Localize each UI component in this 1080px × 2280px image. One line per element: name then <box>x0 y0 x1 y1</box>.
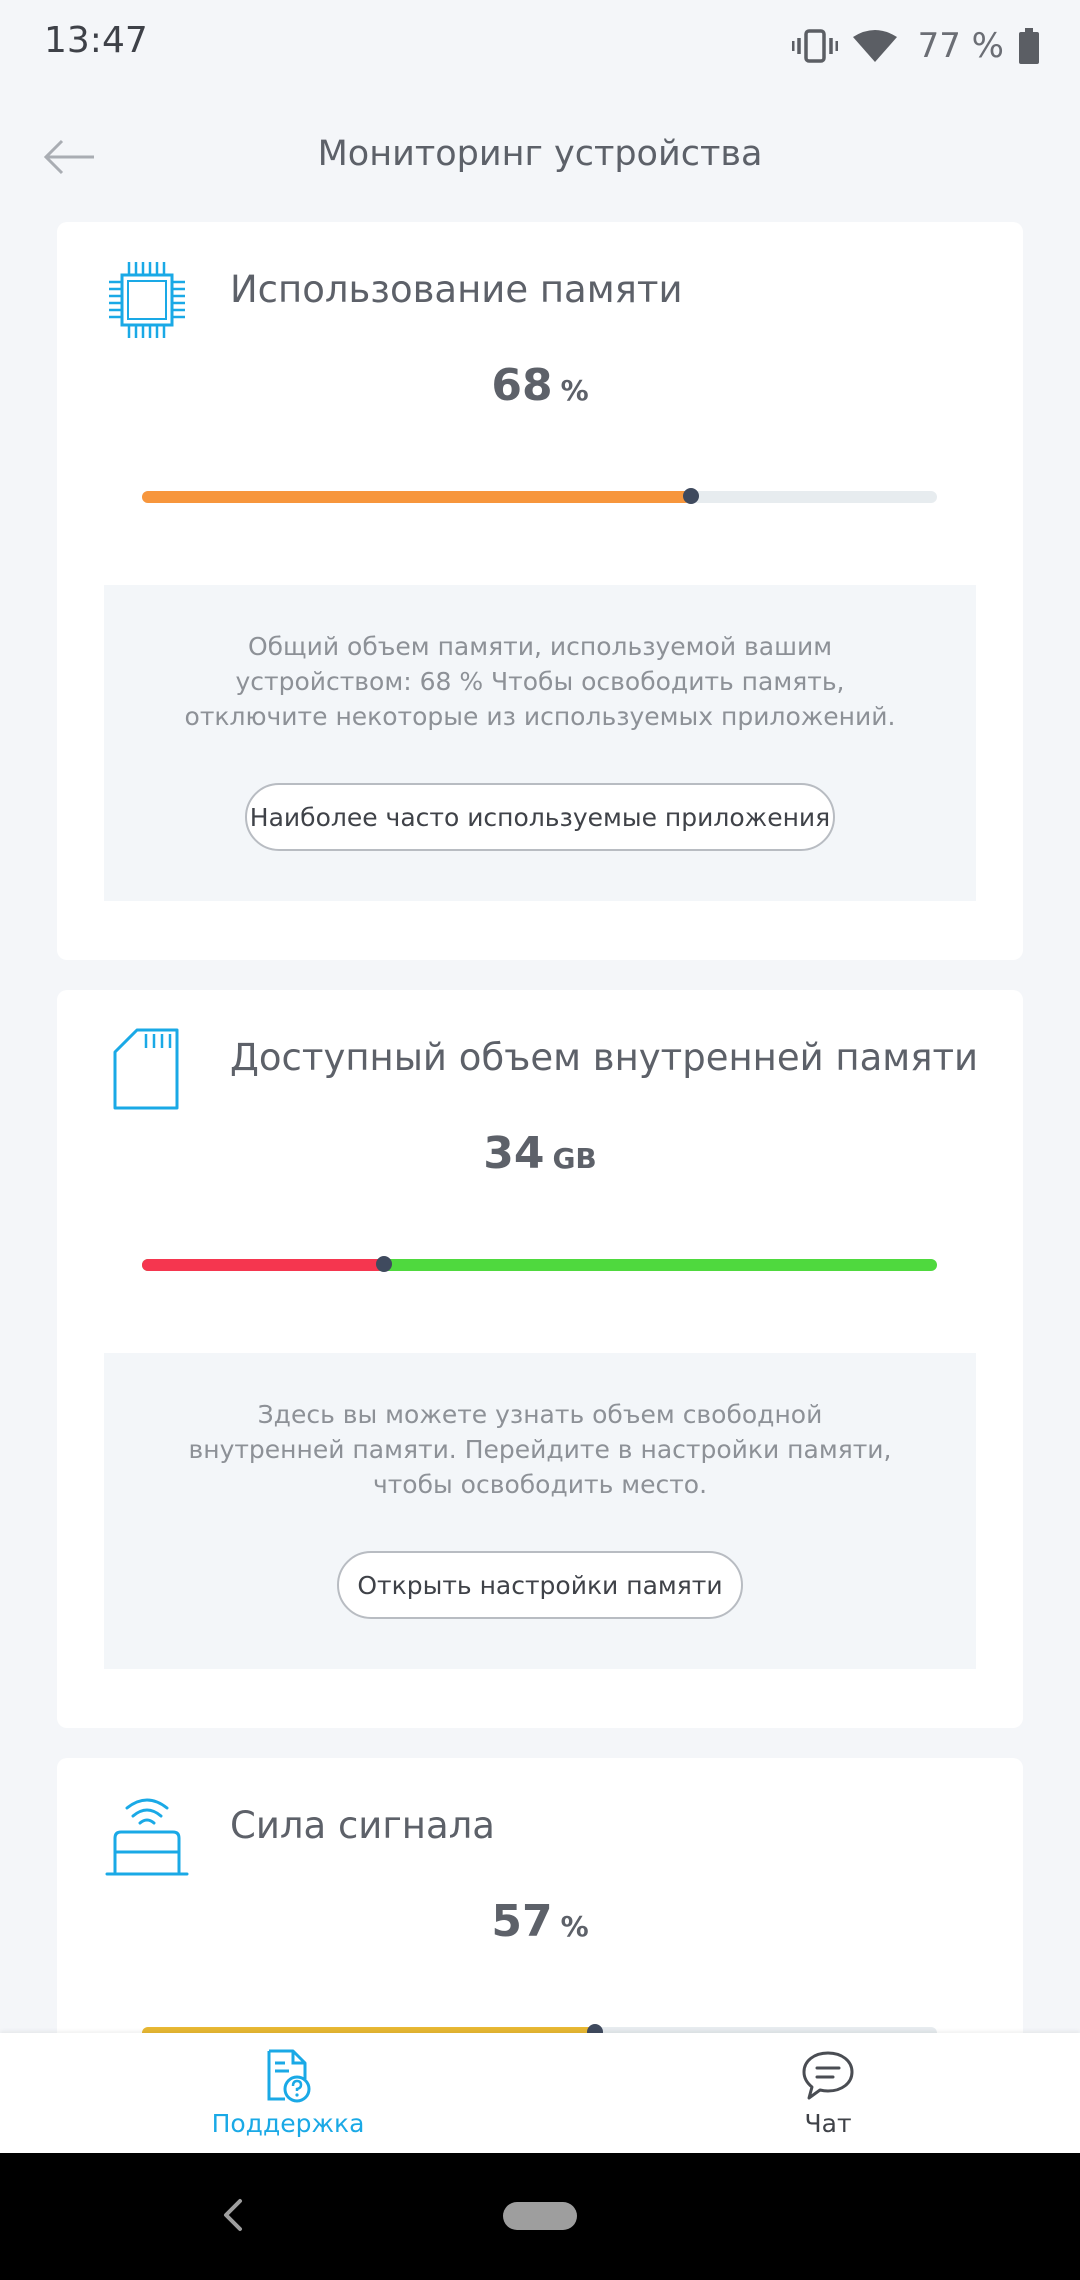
memory-info-box: Общий объем памяти, используемой вашим у… <box>104 585 976 901</box>
memory-info-text: Общий объем памяти, используемой вашим у… <box>184 632 896 731</box>
bottom-navigation: Поддержка Чат <box>0 2033 1080 2153</box>
memory-progress-knob <box>682 488 699 504</box>
battery-percent: 77 % <box>917 26 1004 66</box>
storage-value: 34 <box>483 1128 545 1179</box>
wifi-icon <box>852 29 898 63</box>
signal-unit: % <box>560 1910 589 1943</box>
vibrate-icon <box>791 29 838 63</box>
system-navigation-bar <box>0 2153 1080 2280</box>
signal-metric: 57% <box>57 1896 1023 1947</box>
page-title: Мониторинг устройства <box>317 134 763 174</box>
status-time: 13:47 <box>44 20 148 61</box>
memory-progress-bar <box>142 488 937 504</box>
memory-value: 68 <box>491 360 553 411</box>
most-used-apps-button[interactable]: Наиболее часто используемые приложения <box>245 783 835 851</box>
signal-card-title: Сила сигнала <box>230 1804 495 1847</box>
open-storage-settings-button[interactable]: Открыть настройки памяти <box>337 1551 743 1619</box>
router-signal-icon <box>105 1794 189 1878</box>
memory-metric: 68% <box>57 360 1023 411</box>
battery-icon <box>1018 28 1040 64</box>
storage-progress-bar <box>142 1256 937 1272</box>
nav-item-chat[interactable]: Чат <box>708 2049 948 2138</box>
storage-info-box: Здесь вы можете узнать объем свободной в… <box>104 1353 976 1669</box>
storage-metric: 34 GB <box>57 1128 1023 1179</box>
signal-value: 57 <box>491 1896 553 1947</box>
memory-card-title: Использование памяти <box>230 268 683 311</box>
storage-unit: GB <box>552 1142 597 1175</box>
memory-progress-fill <box>142 491 691 503</box>
storage-info-text: Здесь вы можете узнать объем свободной в… <box>188 1400 892 1499</box>
system-home-pill-icon[interactable] <box>503 2202 577 2230</box>
nav-label-support: Поддержка <box>211 2109 365 2138</box>
sd-card-icon <box>105 1026 189 1110</box>
storage-used-fill <box>142 1259 385 1271</box>
memory-usage-card: Использование памяти 68% Общий объем пам… <box>57 222 1023 960</box>
memory-unit: % <box>560 374 589 407</box>
chip-icon <box>105 258 189 342</box>
status-icons: 77 % <box>791 18 1040 74</box>
chat-bubble-icon <box>708 2049 948 2103</box>
nav-item-support[interactable]: Поддержка <box>168 2049 408 2138</box>
app-bar: Мониторинг устройства <box>0 112 1080 202</box>
nav-label-chat: Чат <box>804 2109 852 2138</box>
system-back-icon[interactable] <box>220 2197 246 2237</box>
support-document-icon <box>168 2049 408 2103</box>
storage-card-title: Доступный объем внутренней памяти <box>230 1036 979 1079</box>
internal-storage-card: Доступный объем внутренней памяти 34 GB З… <box>57 990 1023 1728</box>
status-bar: 13:47 77 % <box>0 0 1080 92</box>
